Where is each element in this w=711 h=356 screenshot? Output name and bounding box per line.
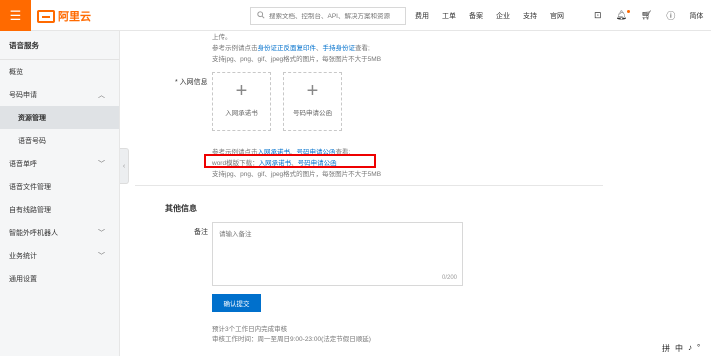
id-card-sample-link[interactable]: 身份证正反面复印件 [258,45,317,52]
ime-pinyin[interactable]: 拼 [662,343,670,354]
sidebar-item-voice-number[interactable]: 语音号码 [0,129,119,152]
plus-icon: + [235,80,248,102]
remark-field[interactable]: 0/200 [212,222,463,286]
chevron-up-icon: ︿ [98,91,105,99]
sidebar: 语音服务 概览 号码申请 ︿ 资源管理 语音号码 语音单呼 ﹀ 语音文件管理 自有线… [0,31,120,356]
ime-moon-icon[interactable]: ♪ [688,343,692,354]
sidebar-item-overview[interactable]: 概览 [0,60,119,83]
highlight-box [204,154,376,168]
plus-icon: + [306,80,319,102]
submit-button[interactable]: 确认提交 [212,294,261,312]
upload-caption: 入网承诺书 [225,110,258,117]
nav-official-site[interactable]: 官网 [550,11,564,21]
sidebar-item-voice-call[interactable]: 语音单呼 ﹀ [0,152,119,175]
help-icon[interactable]: ⓘ [666,9,675,22]
remark-input[interactable] [213,223,462,285]
sidebar-item-voice-files[interactable]: 语音文件管理 [0,175,119,198]
upload-caption: 号码申请公函 [293,110,332,117]
format-note-top: 支持jpg、png、gif、jpeg格式的图片，每张图片不大于5MB [212,56,382,63]
cart-icon[interactable]: 🛒︎ [641,10,652,21]
sidebar-item-label: 资源管理 [18,114,46,122]
top-icons: ⊡ 🔔︎ 🛒︎ ⓘ 简体 [594,0,703,31]
hint-text: 参考示例请点击 [212,45,258,52]
aliyun-logo[interactable]: 阿里云 [37,8,91,24]
nav-tickets[interactable]: 工单 [442,11,456,21]
search-input[interactable] [269,12,405,20]
top-nav: 费用 工单 备案 企业 支持 官网 [415,0,577,31]
sidebar-item-own-lines[interactable]: 自有线路管理 [0,198,119,221]
review-note: 预计3个工作日内完成审核 [212,326,288,333]
network-info-label: * 入网信息 [175,79,208,86]
hamburger-menu-icon[interactable]: ☰ [0,0,31,31]
nav-enterprise[interactable]: 企业 [496,11,510,21]
sidebar-item-stats[interactable]: 业务统计 ﹀ [0,244,119,267]
sidebar-item-robot[interactable]: 智能外呼机器人 ﹀ [0,221,119,244]
main-content: 上传。 参考示例请点击身份证正反面复印件、手持身份证查看; 支持jpg、png、… [121,31,711,356]
chevron-down-icon: ﹀ [98,160,105,168]
char-counter: 0/200 [441,275,457,281]
search-box[interactable] [250,7,406,25]
nav-fees[interactable]: 费用 [415,11,429,21]
upload-hint-line2: 参考示例请点击身份证正反面复印件、手持身份证查看; [212,42,370,52]
language-switch[interactable]: 简体 [689,11,703,21]
top-bar: ☰ 阿里云 费用 工单 备案 企业 支持 官网 ⊡ 🔔︎ 🛒︎ ⓘ 简体 [0,0,711,31]
sidebar-item-settings[interactable]: 通用设置 [0,267,119,290]
section-title: 其他信息 [165,204,197,213]
handheld-id-sample-link[interactable]: 手持身份证 [323,45,356,52]
sidebar-item-label: 自有线路管理 [9,206,51,214]
ime-chinese[interactable]: 中 [675,343,683,354]
sidebar-item-label: 语音号码 [18,137,46,145]
sidebar-title: 语音服务 [0,31,119,60]
nav-icp[interactable]: 备案 [469,11,483,21]
chevron-down-icon: ﹀ [98,252,105,260]
format-note: 支持jpg、png、gif、jpeg格式的图片，每张图片不大于5MB [212,171,382,178]
sidebar-item-label: 业务统计 [9,252,37,260]
sidebar-item-label: 语音单呼 [9,160,37,168]
ime-toolbar: 拼 中 ♪ ° [662,343,700,354]
sidebar-item-resource-manage[interactable]: 资源管理 [0,106,119,129]
upload-number-application[interactable]: + 号码申请公函 [283,72,342,131]
sidebar-item-label: 智能外呼机器人 [9,229,58,237]
terminal-icon[interactable]: ⊡ [594,10,602,21]
logo-mark-icon [37,9,55,23]
sidebar-item-label: 概览 [9,68,23,76]
sidebar-item-label: 通用设置 [9,275,37,283]
section-divider [135,185,603,186]
upload-hint-line1: 上传。 [212,34,232,41]
remark-label: 备注 [194,229,208,236]
sidebar-item-number-apply[interactable]: 号码申请 ︿ [0,83,119,106]
hint-text: 查看; [355,45,370,52]
bell-icon[interactable]: 🔔︎ [616,10,630,21]
ime-punct[interactable]: ° [697,343,700,354]
sidebar-item-label: 号码申请 [9,91,37,99]
upload-commitment-letter[interactable]: + 入网承诺书 [212,72,271,131]
logo-text: 阿里云 [58,11,91,23]
review-hours: 审核工作时间：周一至周日9:00-23:00(法定节假日顺延) [212,336,371,343]
search-icon [257,11,265,21]
nav-support[interactable]: 支持 [523,11,537,21]
chevron-down-icon: ﹀ [98,229,105,237]
sidebar-item-label: 语音文件管理 [9,183,51,191]
